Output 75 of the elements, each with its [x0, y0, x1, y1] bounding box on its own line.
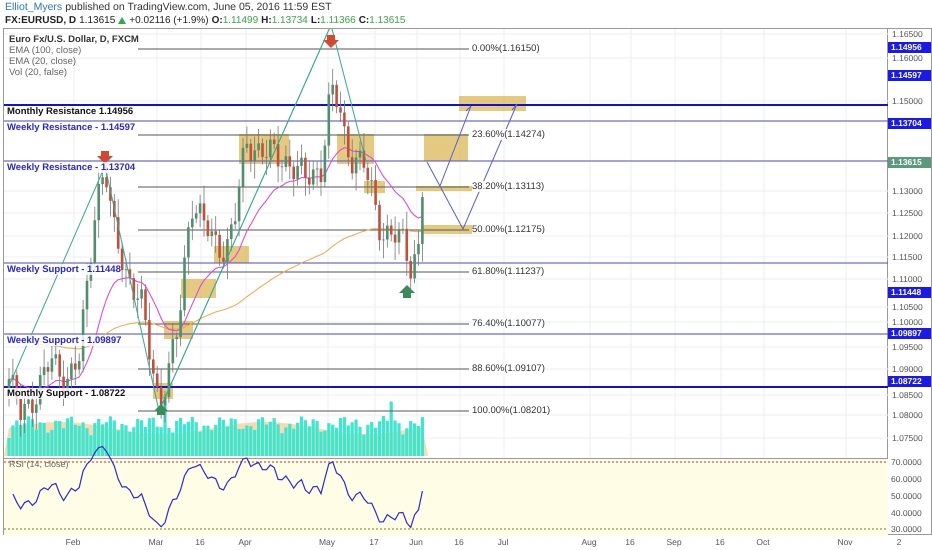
- fibonacci-label: 61.80%(1.11237): [472, 266, 544, 277]
- time-tick: Jun: [409, 537, 423, 547]
- fibonacci-label: 38.20%(1.13113): [472, 181, 544, 192]
- ohlc-label: L:: [310, 14, 320, 27]
- price-tick: 1.16000: [892, 53, 923, 63]
- time-tick: Mar: [148, 537, 164, 547]
- price-tick: 1.10500: [892, 302, 923, 312]
- price-tick: 1.08000: [892, 410, 923, 420]
- rsi-tick: 70.0000: [891, 457, 922, 467]
- time-tick: Sep: [666, 537, 682, 547]
- ohlc-value: 1.11366: [320, 14, 356, 27]
- level-label: Weekly Support - 1.09897: [7, 335, 122, 346]
- level-label: Monthly Support - 1.08722: [7, 388, 126, 399]
- price-tag: 1.13615: [888, 157, 931, 168]
- price-tick: 1.12500: [892, 208, 923, 218]
- fibonacci-label: 50.00%(1.12175): [472, 224, 545, 235]
- ohlc-label: C:: [358, 14, 370, 27]
- time-tick: Feb: [66, 537, 80, 547]
- time-tick: Oct: [756, 537, 770, 547]
- rsi-tick: 60.0000: [891, 474, 922, 484]
- time-tick: 16: [625, 537, 635, 547]
- time-tick: 17: [369, 537, 379, 547]
- ohlc-value: 1.11499: [222, 14, 258, 27]
- rsi-tick: 30.0000: [891, 524, 922, 534]
- study-label: EMA (100, close): [9, 45, 82, 56]
- price-tick: 1.15000: [892, 96, 923, 106]
- publish-info: published on TradingView.com, June 05, 2016 11:59 EST: [65, 1, 332, 14]
- price-tick: 1.07500: [892, 433, 923, 443]
- price-tick: 1.09500: [892, 342, 923, 352]
- ohlc-value: 1.13734: [272, 14, 308, 27]
- time-tick: 16: [715, 537, 725, 547]
- time-tick: Apr: [238, 537, 252, 547]
- price-tick: 1.10000: [892, 317, 923, 327]
- rsi-legend: RSI (14, close): [9, 459, 69, 469]
- level-label: Monthly Resistance 1.14956: [7, 106, 134, 117]
- rsi-tick: 50.0000: [891, 491, 922, 501]
- time-tick: Aug: [581, 537, 597, 547]
- price-tick: 1.11500: [892, 252, 922, 262]
- ohlc-label: O:: [212, 14, 223, 27]
- level-label: Weekly Support - 1.11448: [7, 264, 121, 275]
- price-tag: 1.13704: [888, 118, 931, 129]
- price-tag: 1.08722: [888, 376, 931, 387]
- time-tick: May: [318, 537, 336, 547]
- time-tick: Nov: [837, 537, 853, 547]
- time-tick: 16: [454, 537, 464, 547]
- level-label: Weekly Resistance - 1.13704: [7, 162, 136, 173]
- time-tick: 2: [896, 537, 902, 547]
- price-tag: 1.11448: [888, 287, 931, 298]
- price-tick: 1.13000: [892, 186, 923, 196]
- price-tag: 1.09897: [888, 328, 931, 339]
- ohlc-label: H:: [261, 14, 272, 27]
- price-tick: 1.11000: [892, 274, 922, 284]
- price-tick: 1.12000: [892, 231, 923, 241]
- fibonacci-label: 23.60%(1.14274): [472, 129, 545, 140]
- rsi-tick: 40.0000: [891, 508, 922, 518]
- fibonacci-label: 100.00%(1.08201): [472, 405, 550, 416]
- fibonacci-label: 76.40%(1.10077): [472, 318, 545, 329]
- price-tag: 1.14956: [888, 42, 931, 53]
- last-price: 1.13615: [79, 14, 116, 27]
- fibonacci-label: 0.00%(1.16150): [472, 43, 540, 54]
- symbol-label: FX:EURUSD, D: [5, 14, 76, 27]
- chart-title: Euro Fx/U.S. Dollar, D, FXCM: [9, 34, 139, 45]
- study-label: EMA (20, close): [9, 56, 78, 67]
- price-tick: 1.08500: [892, 390, 923, 400]
- level-label: Weekly Resistance - 1.14597: [7, 122, 136, 133]
- fibonacci-label: 88.60%(1.09107): [472, 363, 545, 374]
- study-label: Vol (20, false): [9, 67, 68, 78]
- price-tick: 1.09000: [892, 364, 923, 374]
- ohlc-value: 1.13615: [369, 14, 406, 27]
- time-tick: Jul: [498, 537, 508, 547]
- time-tick: 16: [195, 537, 205, 547]
- author-link[interactable]: Elliot_Myers: [5, 1, 62, 14]
- price-change: +0.02116 (+1.9%): [129, 14, 209, 27]
- price-tick: 1.16500: [892, 29, 923, 39]
- price-tag: 1.14597: [888, 70, 931, 81]
